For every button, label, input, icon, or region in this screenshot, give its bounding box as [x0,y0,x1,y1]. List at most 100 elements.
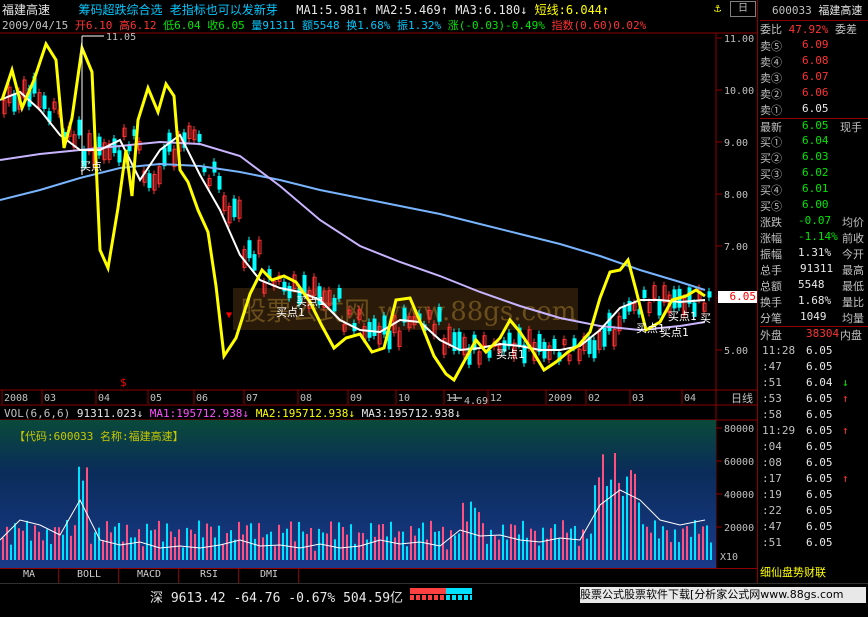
tick-price: 6.05 [806,536,833,549]
volume-bar [178,529,180,560]
buy-point-label: 买点1 [496,348,525,361]
volume-bar [110,532,112,560]
vol-value: 91311.023↓ [76,407,144,420]
buy-level-price: 6.02 [802,166,829,179]
vol-name[interactable]: VOL(6,6,6) [4,407,70,420]
sell-level-price: 6.09 [802,38,829,51]
volume-axis: 80000 60000 40000 20000 [716,424,754,534]
sell-level-label: 卖④ [760,56,782,69]
tick-price: 6.05 [806,456,833,469]
sell-row: 卖④ 6.08 [760,54,868,70]
sell-level-label: 卖⑤ [760,40,782,53]
time-axis-label: 02 [588,393,600,404]
volume-bar [278,524,280,560]
candle-body [457,331,462,351]
tick-price: 6.05 [806,408,833,421]
volume-bar [386,536,388,560]
time-axis-label: 04 [684,393,696,404]
candle-body [302,274,307,294]
buy-row: 买③ 6.02 [760,166,868,182]
volume-bar [418,528,420,560]
buy-level-label: 买② [760,152,782,165]
volume-bar [350,524,352,560]
outer-label: 外盘 [760,329,782,342]
candle-body [602,327,607,347]
candle-body [252,254,257,271]
volume-bar [514,525,516,560]
buy-row: 买⑤ 6.00 [760,198,868,214]
stat-value: -0.07 [798,214,832,227]
volume-bar [702,526,704,560]
buy-level-price: 6.03 [802,150,829,163]
volume-axis-label: 20000 [724,523,754,534]
stat-right-label: 前收 [842,232,864,245]
stat-label: 涨幅 [760,232,782,245]
price-axis: 11.0010.009.008.007.006.005.00 [716,34,754,357]
time-axis-label: 10 [398,393,410,404]
tab-boll[interactable]: BOLL [60,569,119,583]
wecha-label: 委差 [835,23,857,36]
buy-point-label: 买 [700,312,711,325]
volume-bar [90,543,92,560]
volume-bar [710,542,712,560]
candle-body [552,338,557,351]
stat-right-label: 量比 [842,296,864,309]
volume-bar [234,539,236,560]
volume-bar [342,527,344,560]
panel-bottom-tabs[interactable]: 细仙盘势财联 [760,564,868,580]
stat-label: 分笔 [760,312,782,325]
volume-bar [614,453,616,560]
stat-value: 1.68% [798,294,832,307]
stat-label: 总手 [760,264,782,277]
volume-bar [30,540,32,560]
volume-bar [66,520,68,560]
candle-body [592,340,597,359]
marquee-text[interactable]: 股票公式股票软件下载[分析家公式网www.88gs.com [580,587,866,603]
volume-bar [538,545,540,560]
volume-bar [650,532,652,560]
stat-row: 总手 91311 最高 [760,262,868,278]
volume-bar [610,479,612,560]
volume-bar [326,533,328,560]
volume-bar [294,541,296,560]
price-chart[interactable]: 11.0010.009.008.007.006.005.00 股票公式网 www… [0,0,757,568]
volume-bar [22,530,24,560]
volume-bar [690,536,692,560]
tick-price: 6.05 [806,344,833,357]
volume-bar [34,525,36,560]
tab-dmi[interactable]: DMI [240,569,299,583]
price-axis-label: 10.00 [724,86,754,97]
volume-bar [330,521,332,560]
buy-level-price: 6.04 [802,134,829,147]
sell-level-price: 6.05 [802,102,829,115]
volume-bar [394,537,396,560]
tick-row: :47 6.05 [760,360,868,376]
stock-code-label: 【代码:600033 名称:福建高速】 [14,430,184,443]
tick-price: 6.05 [806,440,833,453]
volume-bar [46,529,48,560]
latest-value: 6.05 [802,119,829,132]
stat-row: 总额 5548 最低 [760,278,868,294]
volume-axis-label: 60000 [724,457,754,468]
tick-row: :08 6.05 [760,456,868,472]
quote-panel: 600033 福建高速 委比 47.92% 委差 最新 6.05 现手 外盘 3… [757,0,868,590]
index-change: -64.76 [233,591,281,606]
tab-rsi[interactable]: RSI [180,569,239,583]
tab-ma[interactable]: MA [0,569,59,583]
volume-bar [590,533,592,560]
volume-bar [58,527,60,560]
tab-macd[interactable]: MACD [120,569,179,583]
volume-bar [586,538,588,560]
volume-bar [62,534,64,560]
volume-bar [566,532,568,560]
timeframe-label[interactable]: 日线 [731,390,753,406]
vol-ma2: MA2:195712.938↓ [255,407,356,420]
volume-bar [598,477,600,560]
candle-body [197,133,202,142]
volume-bar [554,524,556,560]
volume-bar [654,520,656,560]
status-bar: 深 9613.42 -64.76 -0.67% 504.59亿 股票公式股票软件… [0,583,868,617]
index-ticker[interactable]: 深 9613.42 -64.76 -0.67% 504.59亿 [150,587,403,606]
buy-level-label: 买④ [760,184,782,197]
volume-bar [482,523,484,560]
